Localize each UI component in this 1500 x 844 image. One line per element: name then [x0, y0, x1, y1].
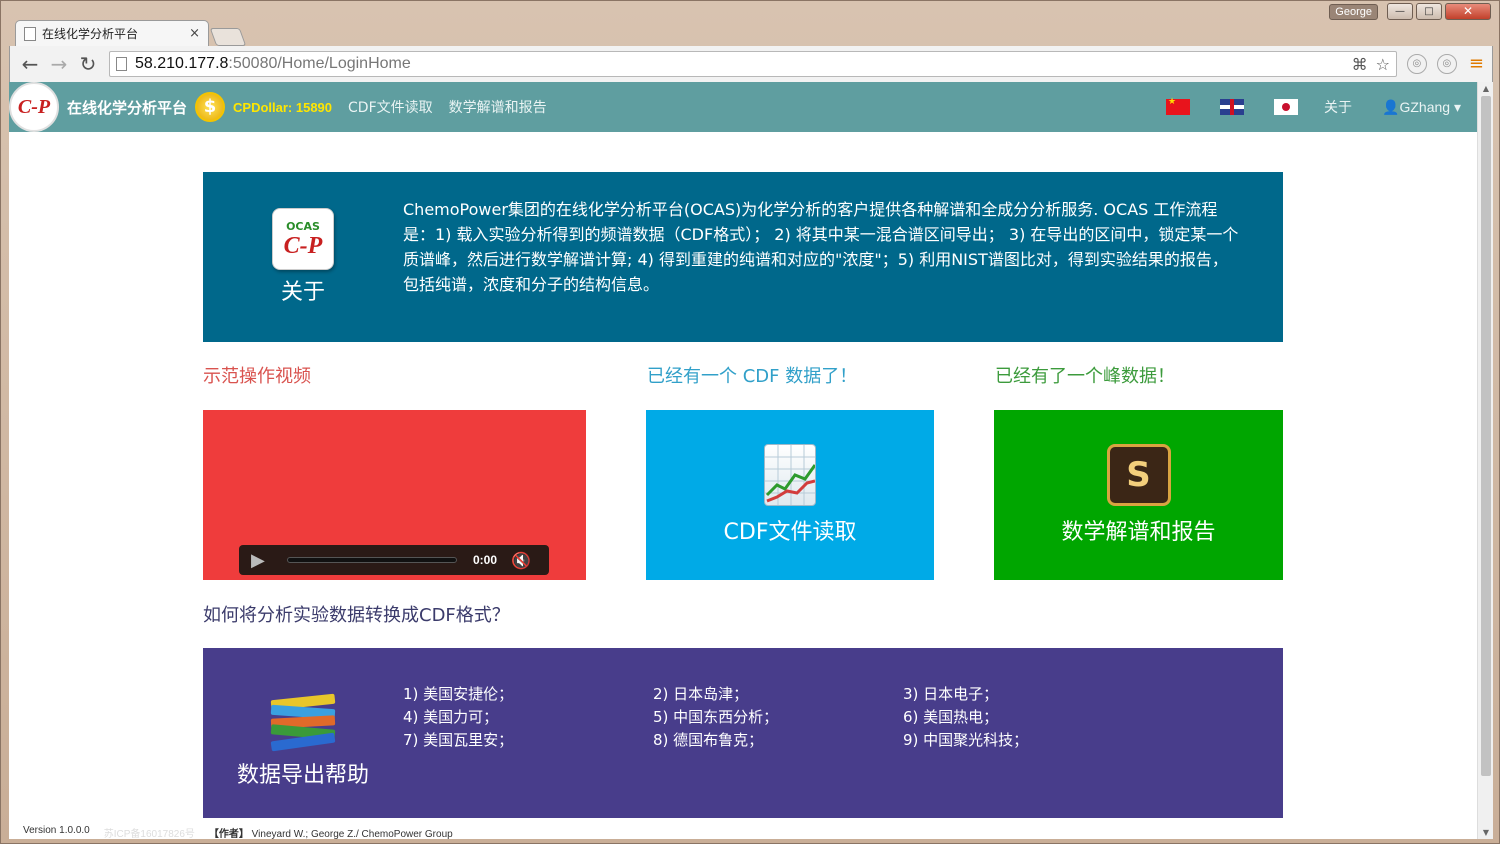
user-icon: 👤: [1382, 98, 1400, 115]
brand-title[interactable]: 在线化学分析平台: [67, 97, 187, 118]
nav-cdf-link[interactable]: CDF文件读取: [348, 97, 433, 117]
video-section-title: 示范操作视频: [203, 366, 311, 387]
flag-uk-icon[interactable]: [1220, 99, 1245, 115]
site-navbar: C-P 在线化学分析平台 $ CPDollar: 15890 CDF文件读取 数…: [9, 82, 1477, 132]
icp-text: 苏ICP备16017826号: [103, 829, 195, 839]
seek-bar[interactable]: [287, 557, 457, 563]
books-icon[interactable]: [270, 693, 336, 752]
vendor-item[interactable]: 3) 日本电子；: [903, 683, 1153, 704]
about-side: OCAS C-P 关于: [203, 208, 403, 306]
cdf-read-tile[interactable]: CDF文件读取: [646, 410, 934, 580]
flag-china-icon[interactable]: [1166, 97, 1191, 115]
extension-icon[interactable]: ◎: [1406, 54, 1427, 74]
about-panel: OCAS C-P 关于 ChemoPower集团的在线化学分析平台(OCAS)为…: [203, 172, 1283, 342]
address-bar[interactable]: 58.210.177.8:50080/Home/LoginHome ⌘ ☆: [109, 51, 1397, 77]
translate-icon[interactable]: ⌘: [1352, 55, 1368, 74]
peak-section-title: 已经有了一个峰数据！: [995, 366, 1175, 387]
cdf-section-title: 已经有一个 CDF 数据了！: [647, 366, 858, 387]
vendor-item[interactable]: 9) 中国聚光科技；: [903, 729, 1153, 750]
tab-title: 在线化学分析平台: [42, 27, 139, 41]
help-side: 数据导出帮助: [203, 693, 403, 789]
play-icon[interactable]: ▶: [251, 550, 275, 571]
vendor-item[interactable]: 6) 美国热电；: [903, 706, 1153, 727]
vendor-item[interactable]: 7) 美国瓦里安；: [403, 729, 653, 750]
site-logo[interactable]: C-P: [9, 82, 59, 132]
ocas-logo-icon[interactable]: OCAS C-P: [272, 208, 334, 270]
url-text[interactable]: 58.210.177.8:50080/Home/LoginHome: [135, 55, 411, 73]
browser-window: George — □ ✕ 在线化学分析平台 × ← → ↻ 58.210.177…: [0, 0, 1500, 844]
coin-icon: $: [195, 92, 226, 122]
video-player-controls: ▶ 0:00 🔇: [239, 545, 549, 575]
vendor-item[interactable]: 1) 美国安捷伦；: [403, 683, 653, 704]
about-title[interactable]: 关于: [281, 274, 325, 306]
window-controls: George — □ ✕: [1329, 3, 1491, 20]
data-export-help-panel: 数据导出帮助 1) 美国安捷伦； 2) 日本岛津； 3) 日本电子； 4) 美国…: [203, 648, 1283, 818]
vendor-item[interactable]: 5) 中国东西分析；: [653, 706, 903, 727]
extension-icon-2[interactable]: ◎: [1436, 54, 1457, 74]
tab-strip: 在线化学分析平台 ×: [15, 20, 247, 46]
nav-about-link[interactable]: 关于: [1324, 97, 1352, 117]
vendor-item[interactable]: 4) 美国力可；: [403, 706, 653, 727]
page-footer: Version 1.0.0.0 苏ICP备16017826号 【作者】 Vine…: [23, 825, 453, 839]
math-tile-label: 数学解谱和报告: [1061, 520, 1216, 545]
scroll-down-icon[interactable]: ▼: [1478, 828, 1493, 837]
page-viewport: C-P 在线化学分析平台 $ CPDollar: 15890 CDF文件读取 数…: [9, 82, 1493, 839]
help-title[interactable]: 数据导出帮助: [237, 757, 369, 789]
maximize-button[interactable]: □: [1416, 3, 1442, 20]
page-scrollbar[interactable]: ▲ ▼: [1477, 82, 1493, 839]
tab-close-icon[interactable]: ×: [189, 26, 200, 41]
howto-title: 如何将分析实验数据转换成CDF格式？: [203, 605, 510, 626]
math-report-tile[interactable]: S 数学解谱和报告: [994, 410, 1283, 580]
cdf-tile-label: CDF文件读取: [723, 520, 857, 545]
scroll-thumb[interactable]: [1481, 96, 1491, 776]
version-text: Version 1.0.0.0: [23, 825, 90, 836]
vendor-item[interactable]: 8) 德国布鲁克；: [653, 729, 903, 750]
mute-icon[interactable]: 🔇: [511, 551, 531, 570]
nav-math-link[interactable]: 数学解谱和报告: [449, 97, 547, 117]
cpdollar-balance: CPDollar: 15890: [233, 99, 333, 115]
browser-toolbar: ← → ↻ 58.210.177.8:50080/Home/LoginHome …: [9, 46, 1493, 82]
caret-down-icon: ▾: [1453, 98, 1461, 115]
scroll-up-icon[interactable]: ▲: [1478, 84, 1493, 93]
new-tab-button[interactable]: [209, 28, 247, 46]
browser-tab[interactable]: 在线化学分析平台 ×: [15, 20, 209, 46]
bookmark-star-icon[interactable]: ☆: [1376, 55, 1390, 74]
profile-button[interactable]: George: [1329, 3, 1378, 20]
browser-menu-icon[interactable]: ≡: [1469, 54, 1484, 74]
omnibox-actions: ⌘ ☆: [1352, 55, 1390, 74]
vendor-item[interactable]: 2) 日本岛津；: [653, 683, 903, 704]
flag-japan-icon[interactable]: [1274, 99, 1299, 115]
vendor-list: 1) 美国安捷伦； 2) 日本岛津； 3) 日本电子； 4) 美国力可； 5) …: [403, 683, 1153, 750]
video-time: 0:00: [473, 553, 498, 567]
user-name: GZhang: [1399, 98, 1451, 115]
back-arrow-icon[interactable]: ←: [18, 52, 42, 76]
spectrum-chart-icon: [764, 444, 816, 506]
close-window-button[interactable]: ✕: [1445, 3, 1491, 20]
film-reel-icon: S: [1106, 444, 1171, 506]
about-description: ChemoPower集团的在线化学分析平台(OCAS)为化学分析的客户提供各种解…: [403, 200, 1239, 294]
user-menu[interactable]: 👤GZhang ▾: [1382, 99, 1461, 116]
minimize-button[interactable]: —: [1387, 3, 1413, 20]
demo-video-tile[interactable]: ▶ 0:00 🔇: [203, 410, 586, 580]
forward-arrow-icon[interactable]: →: [47, 52, 71, 76]
reload-icon[interactable]: ↻: [76, 52, 100, 76]
page-icon: [116, 57, 127, 71]
author-text: 【作者】 Vineyard W.; George Z./ ChemoPower …: [208, 829, 453, 839]
page-favicon-icon: [24, 26, 36, 41]
navbar-right: 关于 👤GZhang ▾: [1166, 97, 1477, 117]
